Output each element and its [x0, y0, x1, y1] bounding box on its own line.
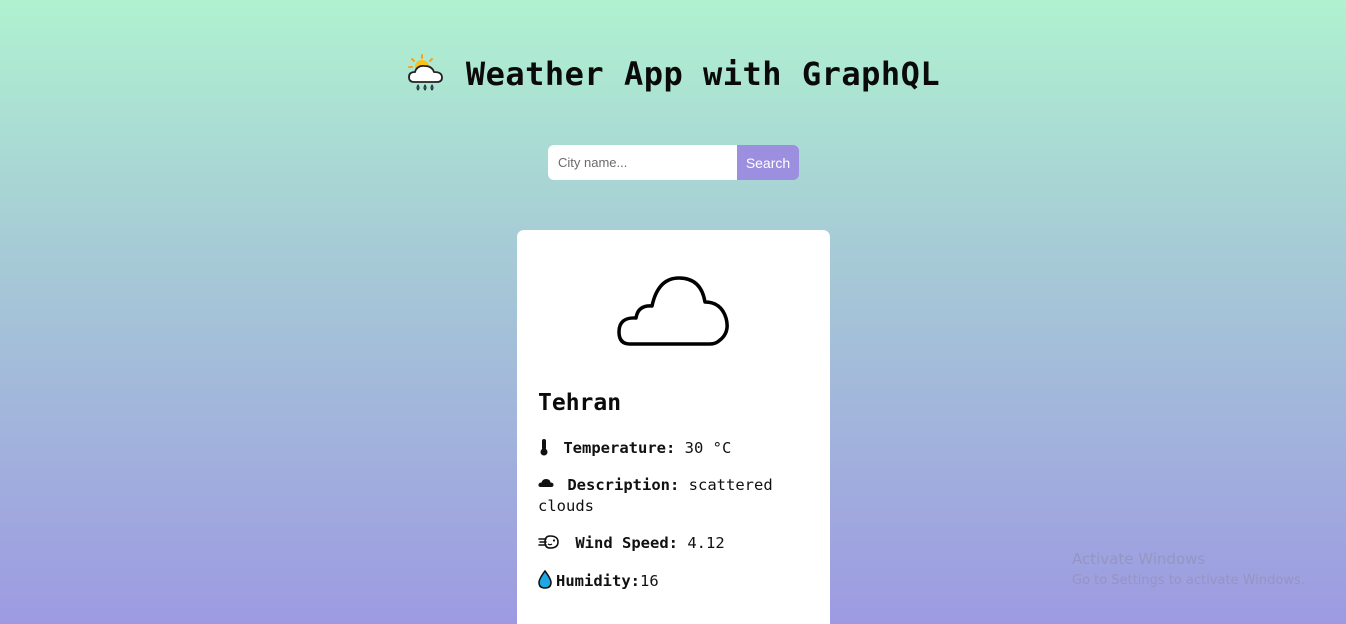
wind-speed-value: 4.12	[687, 534, 725, 552]
page-title: Weather App with GraphQL	[465, 55, 941, 93]
search-button[interactable]: Search	[737, 145, 799, 180]
humidity-label: Humidity:	[556, 572, 640, 590]
wind-speed-label: Wind Speed:	[575, 534, 678, 552]
app-header: Weather App with GraphQL	[0, 52, 1346, 96]
watermark-title: Activate Windows	[1072, 550, 1206, 568]
activate-windows-watermark: Activate Windows Go to Settings to activ…	[1072, 548, 1305, 592]
city-search-input[interactable]	[548, 145, 737, 180]
cloud-icon	[617, 276, 729, 346]
temperature-value: 30 °C	[684, 439, 732, 457]
watermark-subtitle: Go to Settings to activate Windows.	[1072, 573, 1305, 588]
wind-face-icon	[538, 535, 559, 549]
weather-card: Tehran Temperature: 30 °C Description: s…	[517, 230, 830, 624]
search-form: Search	[548, 145, 799, 180]
temperature-row: Temperature: 30 °C	[538, 438, 808, 459]
thermometer-icon	[540, 439, 548, 456]
sun-behind-rain-cloud-icon	[407, 54, 443, 91]
description-row: Description: scattered clouds	[538, 475, 808, 517]
humidity-value: 16	[640, 572, 659, 590]
temperature-label: Temperature:	[563, 439, 676, 457]
cloud-icon	[538, 479, 554, 487]
droplet-icon	[538, 570, 552, 589]
city-name: Tehran	[538, 390, 622, 416]
wind-speed-row: Wind Speed: 4.12	[538, 533, 808, 554]
description-label: Description:	[567, 476, 680, 494]
humidity-row: Humidity:16	[538, 570, 808, 592]
